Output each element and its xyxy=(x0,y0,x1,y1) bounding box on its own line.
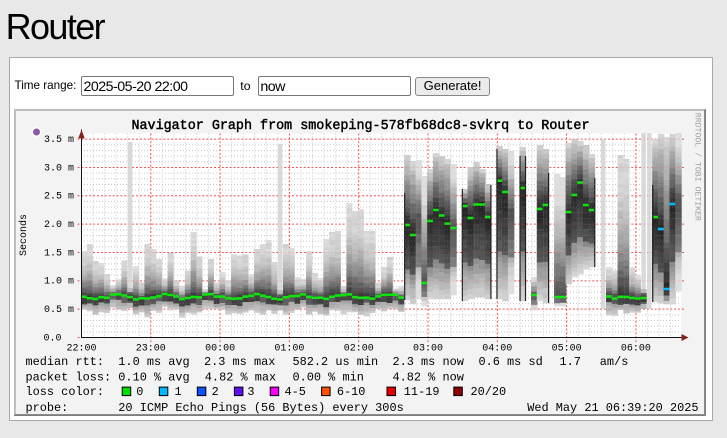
svg-text:packet loss:: packet loss: xyxy=(26,370,112,384)
svg-text:23:00: 23:00 xyxy=(136,344,166,355)
svg-text:06:00: 06:00 xyxy=(621,344,651,355)
svg-text:3.0 m: 3.0 m xyxy=(44,163,74,174)
svg-text:am/s: am/s xyxy=(600,355,629,369)
svg-text:Wed May 21 06:39:20 2025: Wed May 21 06:39:20 2025 xyxy=(527,401,698,415)
svg-text:04:00: 04:00 xyxy=(482,344,512,355)
svg-text:0.00 % min: 0.00 % min xyxy=(293,370,364,384)
svg-text:1.7: 1.7 xyxy=(560,355,581,369)
svg-text:1.0 ms avg: 1.0 ms avg xyxy=(118,355,189,369)
svg-text:3.5 m: 3.5 m xyxy=(44,135,74,146)
svg-text:582.2 us min: 582.2 us min xyxy=(293,355,379,369)
svg-text:22:00: 22:00 xyxy=(66,344,96,355)
svg-text:Navigator Graph from smokeping: Navigator Graph from smokeping-578fb68dc… xyxy=(131,119,589,134)
svg-text:0: 0 xyxy=(136,385,143,399)
svg-text:2.3 ms now: 2.3 ms now xyxy=(393,355,465,369)
svg-text:20/20: 20/20 xyxy=(471,385,507,399)
svg-text:3: 3 xyxy=(247,385,254,399)
svg-text:01:00: 01:00 xyxy=(274,344,304,355)
svg-text:4.82 % max: 4.82 % max xyxy=(205,370,276,384)
svg-text:0.5 m: 0.5 m xyxy=(44,305,74,316)
svg-text:00:00: 00:00 xyxy=(205,344,235,355)
svg-text:0.6 ms sd: 0.6 ms sd xyxy=(479,355,543,369)
svg-text:Seconds: Seconds xyxy=(18,214,30,256)
svg-text:05:00: 05:00 xyxy=(552,344,582,355)
svg-text:RRDTOOL / TOBI OETIKER: RRDTOOL / TOBI OETIKER xyxy=(692,113,702,221)
svg-text:03:00: 03:00 xyxy=(413,344,443,355)
svg-text:02:00: 02:00 xyxy=(344,344,374,355)
svg-text:1.0 m: 1.0 m xyxy=(44,277,74,288)
svg-text:0.0: 0.0 xyxy=(43,333,61,344)
svg-text:1.5 m: 1.5 m xyxy=(44,248,74,259)
svg-text:median rtt:: median rtt: xyxy=(26,355,105,369)
svg-text:2.5 m: 2.5 m xyxy=(44,192,74,203)
svg-text:4-5: 4-5 xyxy=(285,385,306,399)
svg-text:20 ICMP Echo Pings (56 Bytes): 20 ICMP Echo Pings (56 Bytes) every 300s xyxy=(118,401,403,415)
svg-text:2.3 ms max: 2.3 ms max xyxy=(204,355,275,369)
svg-text:11-19: 11-19 xyxy=(404,385,440,399)
svg-text:2.0 m: 2.0 m xyxy=(44,220,74,231)
svg-text:probe:: probe: xyxy=(26,401,69,415)
svg-text:2: 2 xyxy=(212,385,219,399)
svg-text:loss color:: loss color: xyxy=(26,385,105,399)
svg-text:6-10: 6-10 xyxy=(337,385,366,399)
svg-text:4.82 % now: 4.82 % now xyxy=(393,370,465,384)
svg-text:0.10 % avg: 0.10 % avg xyxy=(118,370,189,384)
svg-text:1: 1 xyxy=(175,385,182,399)
